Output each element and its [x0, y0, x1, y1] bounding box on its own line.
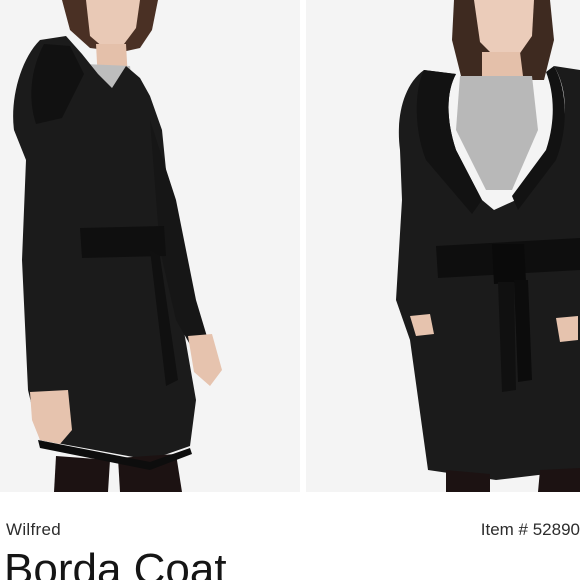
product-title: Borda Coat: [4, 545, 227, 580]
product-info: Wilfred Item # 52890 Borda Coat: [0, 492, 580, 580]
product-photo-side[interactable]: [0, 0, 300, 492]
item-number: Item # 52890: [480, 520, 580, 539]
product-gallery: [0, 0, 580, 492]
coat-side-view-illustration: [0, 0, 300, 492]
product-photo-front[interactable]: [306, 0, 580, 492]
coat-front-view-illustration: [306, 0, 580, 492]
brand-name[interactable]: Wilfred: [6, 520, 61, 540]
